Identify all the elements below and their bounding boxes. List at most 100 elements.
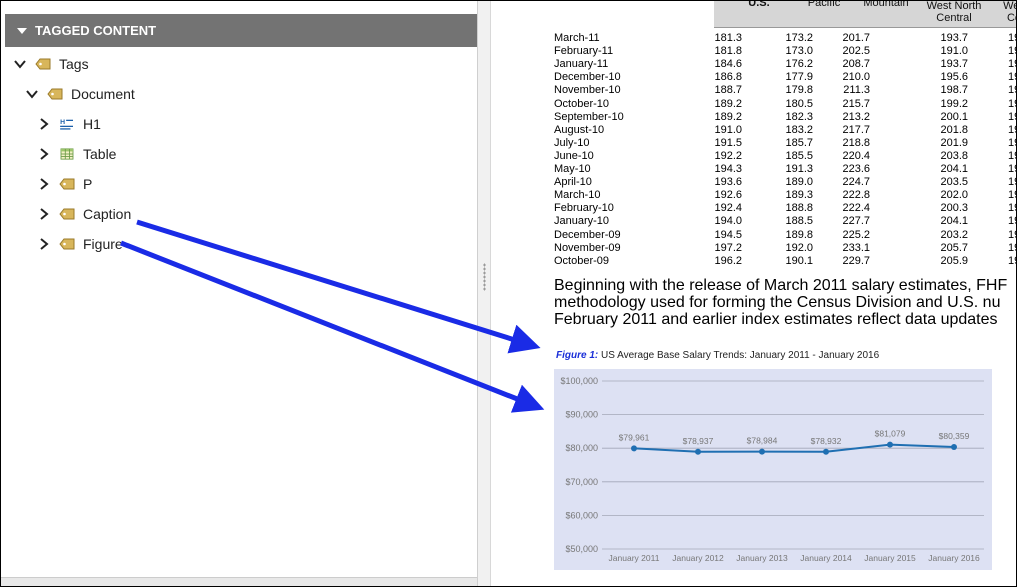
- data-label: $78,937: [683, 436, 714, 446]
- header-west-north-central: West North Central: [926, 1, 982, 24]
- figure-label: Figure 1:: [556, 350, 599, 361]
- table-cell: 188.7: [714, 84, 742, 97]
- table-cell: 229.7: [842, 254, 870, 267]
- table-cell: 19: [1008, 241, 1016, 254]
- table-cell: 224.7: [842, 176, 870, 189]
- table-row: August-10 191.0 183.2 217.7 201.8 19: [491, 124, 1016, 137]
- chevron-right-icon[interactable]: [37, 207, 51, 221]
- tag-icon: [59, 208, 75, 220]
- chevron-right-icon[interactable]: [37, 237, 51, 251]
- y-tick-label: $80,000: [565, 443, 598, 453]
- table-cell: 222.4: [842, 202, 870, 215]
- chevron-right-icon[interactable]: [37, 147, 51, 161]
- header-west-central: WesCe: [1003, 1, 1016, 24]
- data-label: $78,932: [811, 436, 842, 446]
- table-cell: 193.7: [940, 32, 968, 44]
- tree-item-label: Table: [83, 146, 117, 162]
- table-row: October-10 189.2 180.5 215.7 199.2 19: [491, 97, 1016, 111]
- collapse-triangle-icon[interactable]: [17, 27, 27, 34]
- table-cell: 215.7: [842, 97, 870, 110]
- table-cell: 19: [1008, 97, 1016, 110]
- tag-icon: [59, 238, 75, 250]
- row-label: March-11: [554, 32, 600, 44]
- tag-icon: [35, 58, 51, 70]
- table-cell: 19: [1008, 136, 1016, 149]
- table-cell: 225.2: [842, 228, 870, 241]
- table-cell: 205.7: [940, 241, 968, 254]
- body-paragraph: Beginning with the release of March 2011…: [554, 277, 1016, 328]
- tagged-content-panel: TAGGED CONTENT Tags Document H H1 Table P Capt…: [1, 1, 478, 586]
- table-cell: 189.2: [714, 97, 742, 110]
- table-cell: 177.9: [785, 71, 813, 84]
- chevron-right-icon[interactable]: [37, 177, 51, 191]
- table-cell: 185.5: [785, 149, 813, 162]
- table-cell: 192.2: [714, 149, 742, 162]
- horizontal-scrollbar[interactable]: [1, 577, 477, 586]
- row-label: June-10: [554, 149, 594, 162]
- data-label: $81,079: [875, 429, 906, 439]
- table-row: March-10 192.6 189.3 222.8 202.0 19: [491, 189, 1016, 202]
- tree-item-table[interactable]: Table: [37, 142, 116, 166]
- tree-item-figure[interactable]: Figure: [37, 232, 123, 256]
- table-cell: 19: [1008, 228, 1016, 241]
- table-cell: 189.0: [785, 176, 813, 189]
- data-label: $79,961: [619, 432, 650, 442]
- tree-item-tags[interactable]: Tags: [13, 52, 89, 76]
- table-cell: 180.5: [785, 97, 813, 110]
- table-cell: 203.8: [940, 149, 968, 162]
- y-tick-label: $70,000: [565, 477, 598, 487]
- table-cell: 201.7: [842, 32, 870, 44]
- y-tick-label: $100,000: [560, 376, 598, 386]
- svg-text:H: H: [60, 119, 65, 126]
- table-cell: 188.8: [785, 202, 813, 215]
- table-cell: 192.6: [714, 189, 742, 202]
- table-row: July-10 191.5 185.7 218.8 201.9 19: [491, 136, 1016, 150]
- table-cell: 192.0: [785, 241, 813, 254]
- chart-svg: $100,000 $90,000 $80,000 $70,000 $60,000 $50,…: [560, 376, 984, 563]
- y-tick-label: $50,000: [565, 544, 598, 554]
- tree-item-label: P: [83, 176, 93, 192]
- y-tick-label: $90,000: [565, 410, 598, 420]
- splitter-grip-icon[interactable]: [483, 263, 486, 291]
- table-cell: 202.5: [842, 45, 870, 58]
- table-icon: [60, 148, 74, 160]
- chevron-down-icon[interactable]: [13, 57, 27, 71]
- tree-item-caption[interactable]: Caption: [37, 202, 131, 226]
- table-cell: 193.7: [940, 58, 968, 71]
- tree-item-p[interactable]: P: [37, 172, 92, 196]
- table-cell: 19: [1008, 58, 1016, 71]
- chevron-down-icon[interactable]: [25, 87, 39, 101]
- tree-item-h1[interactable]: H H1: [37, 112, 101, 136]
- table-row: April-10 193.6 189.0 224.7 203.5 19: [491, 176, 1016, 189]
- chevron-right-icon[interactable]: [37, 117, 51, 131]
- data-point: [695, 448, 701, 455]
- table-cell: 203.2: [940, 228, 968, 241]
- row-label: December-10: [554, 71, 621, 84]
- tree-item-document[interactable]: Document: [25, 82, 135, 106]
- table-cell: 19: [1008, 254, 1016, 267]
- header-us: U.S.: [748, 1, 770, 9]
- table-cell: 218.8: [842, 136, 870, 149]
- row-label: October-10: [554, 97, 610, 110]
- table-cell: 19: [1008, 32, 1016, 44]
- table-row: February-10 192.4 188.8 222.4 200.3 19: [491, 202, 1016, 215]
- panel-header[interactable]: TAGGED CONTENT: [5, 14, 477, 47]
- table-cell: 19: [1008, 163, 1016, 175]
- table-cell: 195.6: [940, 71, 968, 84]
- table-cell: 194.3: [714, 163, 742, 175]
- table-cell: 192.4: [714, 202, 742, 215]
- table-cell: 189.2: [714, 110, 742, 123]
- header-mountain: Mountain: [863, 1, 909, 9]
- app-frame: TAGGED CONTENT Tags Document H H1 Table P Capt…: [0, 0, 1017, 587]
- panel-splitter[interactable]: [478, 1, 491, 586]
- table-cell: 223.6: [842, 163, 870, 175]
- x-tick-label: January 2014: [800, 553, 852, 563]
- table-row: January-11 184.6 176.2 208.7 193.7 19: [491, 58, 1016, 71]
- row-label: May-10: [554, 163, 591, 175]
- table-cell: 189.8: [785, 228, 813, 241]
- data-label: $80,359: [939, 431, 970, 441]
- row-label: March-10: [554, 189, 601, 202]
- table-row: December-10 186.8 177.9 210.0 195.6 19: [491, 71, 1016, 84]
- table-cell: 189.3: [785, 189, 813, 202]
- table-cell: 19: [1008, 215, 1016, 228]
